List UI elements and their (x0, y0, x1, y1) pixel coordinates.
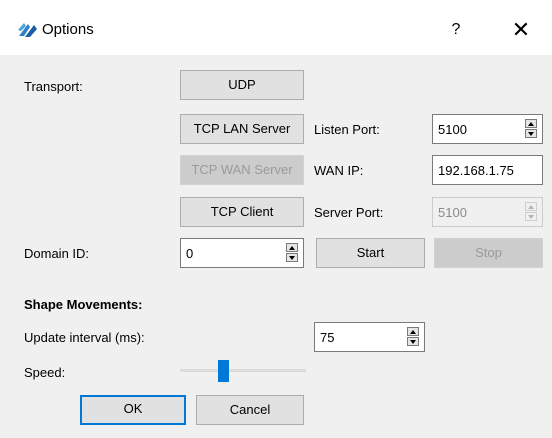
tcp-client-button[interactable]: TCP Client (180, 197, 304, 227)
speed-label: Speed: (24, 365, 66, 380)
shape-movements-heading: Shape Movements: (24, 297, 143, 312)
app-logo-icon (18, 23, 37, 37)
stepper-down-icon[interactable] (525, 129, 537, 138)
update-interval-label: Update interval (ms): (24, 330, 145, 345)
update-interval-value: 75 (320, 330, 335, 345)
slider-track (180, 369, 306, 372)
domain-id-stepper[interactable]: 0 (180, 238, 304, 268)
wan-ip-value: 192.168.1.75 (438, 163, 514, 178)
stepper-down-icon[interactable] (407, 337, 419, 346)
window-title: Options (42, 21, 94, 38)
tcp-wan-server-button[interactable]: TCP WAN Server (180, 155, 304, 185)
udp-button[interactable]: UDP (180, 70, 304, 100)
stepper-down-icon[interactable] (525, 212, 537, 221)
ok-button[interactable]: OK (80, 395, 186, 425)
stepper-down-icon[interactable] (286, 253, 298, 262)
update-interval-stepper[interactable]: 75 (314, 322, 425, 352)
server-port-stepper[interactable]: 5100 (432, 197, 543, 227)
tcp-lan-server-button[interactable]: TCP LAN Server (180, 114, 304, 144)
domain-id-value: 0 (186, 246, 194, 261)
close-button[interactable]: ✕ (508, 17, 534, 43)
stepper-up-icon[interactable] (286, 243, 298, 252)
stepper-up-icon[interactable] (525, 119, 537, 128)
listen-port-value: 5100 (438, 122, 467, 137)
help-button[interactable]: ? (446, 19, 466, 41)
listen-port-label: Listen Port: (314, 122, 380, 137)
wan-ip-label: WAN IP: (314, 163, 364, 178)
transport-label: Transport: (24, 79, 83, 94)
title-bar: Options ? ✕ (0, 0, 552, 55)
wan-ip-field[interactable]: 192.168.1.75 (432, 155, 543, 185)
stop-button[interactable]: Stop (434, 238, 543, 268)
options-dialog: Options ? ✕ Transport: UDP TCP LAN Serve… (0, 0, 552, 438)
server-port-value: 5100 (438, 205, 467, 220)
stepper-up-icon[interactable] (525, 202, 537, 211)
slider-handle[interactable] (218, 360, 229, 382)
start-button[interactable]: Start (316, 238, 425, 268)
speed-slider[interactable] (180, 360, 306, 384)
stepper-up-icon[interactable] (407, 327, 419, 336)
cancel-button[interactable]: Cancel (196, 395, 304, 425)
server-port-label: Server Port: (314, 205, 384, 220)
domain-id-label: Domain ID: (24, 246, 90, 261)
listen-port-stepper[interactable]: 5100 (432, 114, 543, 144)
